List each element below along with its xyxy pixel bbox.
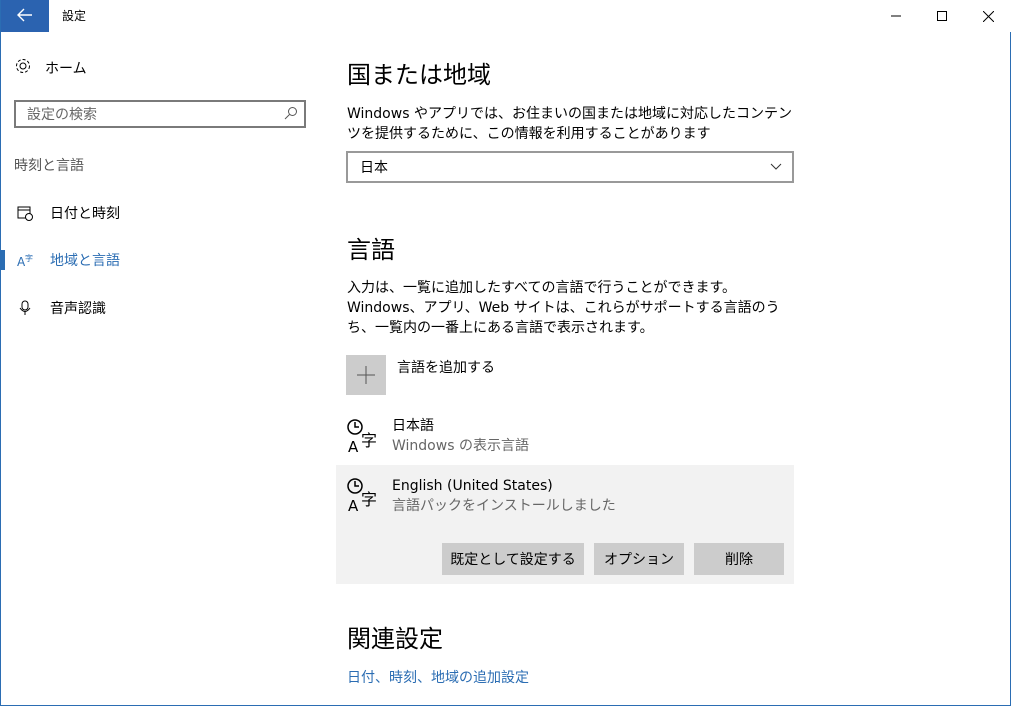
plus-icon [346, 355, 386, 395]
sidebar-home[interactable]: ホーム [14, 57, 87, 79]
svg-text:字: 字 [361, 490, 377, 509]
search-input[interactable]: 設定の検索 [27, 104, 284, 124]
additional-settings-link[interactable]: 日付、時刻、地域の追加設定 [347, 667, 529, 687]
svg-text:字: 字 [361, 431, 377, 450]
maximize-button[interactable] [919, 0, 965, 32]
search-icon[interactable] [284, 105, 298, 124]
options-button[interactable]: オプション [594, 543, 684, 575]
language-heading: 言語 [347, 236, 395, 264]
language-item-japanese[interactable]: A字 日本語 Windows の表示言語 [336, 416, 794, 462]
settings-window: 設定 ホーム 設定の検索 時刻と言語 日付と時刻 A字 地域と言語 音声認識 国… [0, 0, 1011, 706]
region-heading: 国または地域 [347, 61, 491, 89]
window-title: 設定 [62, 9, 87, 23]
minimize-button[interactable] [873, 0, 919, 32]
sidebar-item-region-language[interactable]: A字 地域と言語 [1, 245, 321, 275]
set-default-button[interactable]: 既定として設定する [442, 543, 584, 575]
back-button[interactable] [1, 0, 49, 32]
region-description: Windows やアプリでは、お住まいの国または地域に対応したコンテンツを提供す… [347, 106, 792, 142]
remove-button[interactable]: 削除 [694, 543, 784, 575]
close-button[interactable] [965, 0, 1011, 32]
language-status: 言語パックをインストールしました [392, 498, 616, 514]
related-heading: 関連設定 [347, 625, 443, 653]
settings-search[interactable]: 設定の検索 [14, 100, 306, 128]
sidebar-item-date-time[interactable]: 日付と時刻 [1, 198, 321, 228]
maximize-icon [937, 11, 947, 21]
svg-text:字: 字 [25, 253, 33, 263]
minimize-icon [891, 15, 901, 17]
add-language-label: 言語を追加する [397, 360, 495, 376]
sidebar-home-label: ホーム [45, 61, 87, 77]
language-pack-icon: A字 [346, 477, 382, 515]
sidebar-item-label: 日付と時刻 [50, 206, 120, 222]
language-description: 入力は、一覧に追加したすべての言語で行うことができます。Windows、アプリ、… [347, 280, 780, 336]
region-selected-value: 日本 [360, 160, 388, 176]
back-arrow-icon [17, 7, 33, 26]
language-name: English (United States) [392, 478, 553, 494]
svg-text:A: A [348, 497, 359, 513]
region-dropdown[interactable]: 日本 [346, 151, 794, 183]
sidebar-item-speech[interactable]: 音声認識 [1, 293, 321, 323]
sidebar-section-label: 時刻と言語 [14, 158, 84, 174]
sidebar-item-label: 地域と言語 [50, 253, 120, 269]
add-language-button[interactable]: 言語を追加する [346, 355, 495, 395]
language-pack-icon: A字 [346, 418, 382, 456]
sidebar-item-label: 音声認識 [50, 301, 106, 317]
title-bar: 設定 [1, 0, 1011, 32]
language-status: Windows の表示言語 [392, 438, 529, 454]
chevron-down-icon [770, 159, 782, 175]
microphone-icon [17, 300, 41, 316]
region-language-icon: A字 [17, 252, 41, 268]
gear-icon [14, 57, 32, 79]
language-name: 日本語 [392, 418, 434, 434]
close-icon [982, 10, 994, 22]
calendar-clock-icon [17, 205, 41, 221]
svg-text:A: A [348, 438, 359, 454]
